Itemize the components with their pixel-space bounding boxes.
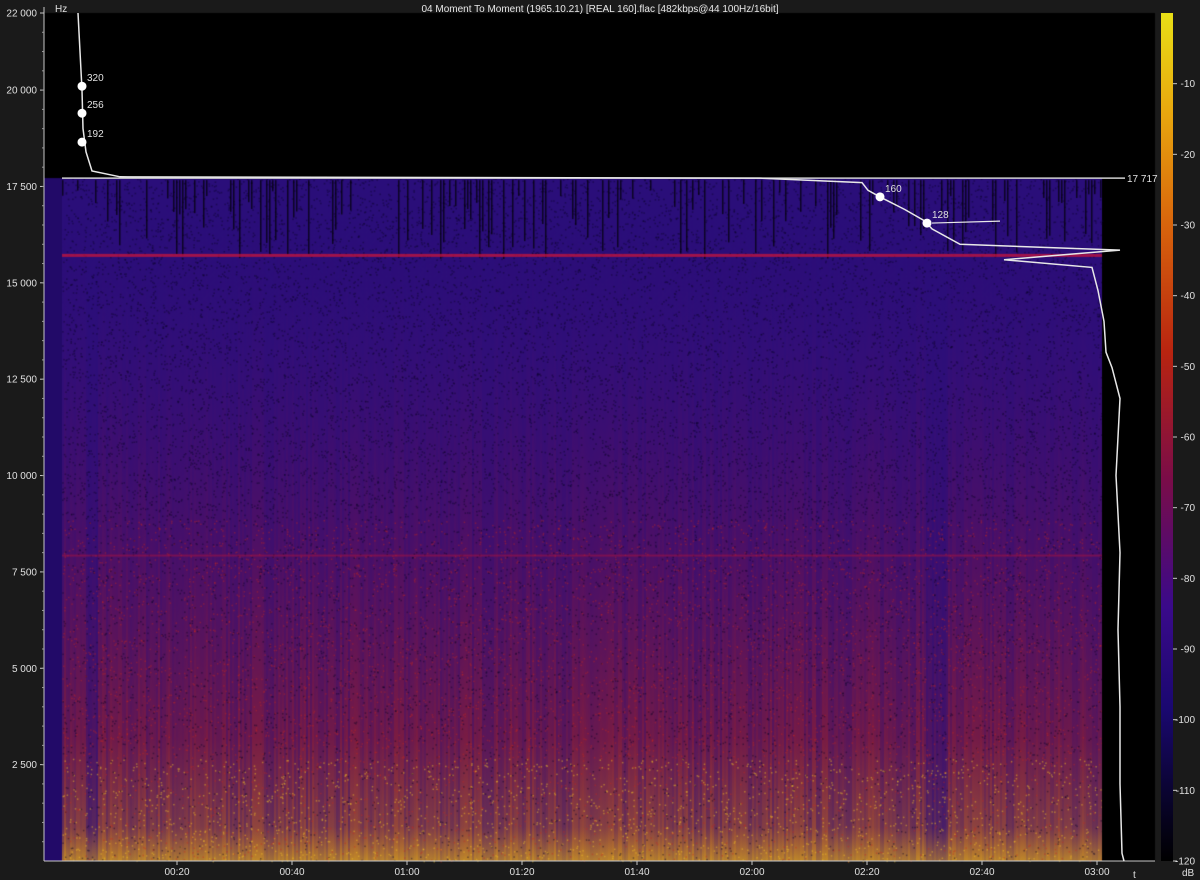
y-tick-label: 17 500 [6, 182, 37, 193]
colorbar-tick-label: -60 [1181, 433, 1196, 444]
y-axis-ticks: 22 000 20 000 17 500 15 000 12 500 10 000 7 50… [6, 7, 1155, 862]
bitrate-marker-label: 128 [932, 210, 949, 221]
y-tick-label: 15 000 [6, 278, 37, 289]
bitrate-marker [922, 218, 932, 228]
x-tick-label: 02:40 [969, 867, 994, 878]
cutoff-label: 17 717 [1127, 174, 1158, 185]
bitrate-marker-label: 192 [87, 129, 104, 140]
colorbar-tick-label: -110 [1176, 786, 1196, 797]
bitrate-marker-label: 256 [87, 100, 104, 111]
x-axis-unit: t [1133, 870, 1136, 880]
chart-axes: 22 000 20 000 17 500 15 000 12 500 10 000 7 50… [6, 4, 1196, 880]
bitrate-marker [77, 81, 87, 91]
spectrum-curve [77, 12, 1125, 862]
y-axis-unit: Hz [55, 4, 67, 15]
colorbar-unit: dB [1182, 868, 1195, 879]
x-tick-label: 01:20 [509, 867, 534, 878]
bitrate-marker-label: 320 [87, 73, 104, 84]
colorbar-tick-label: -70 [1181, 503, 1196, 514]
x-tick-label: 02:20 [854, 867, 879, 878]
y-tick-label: 12 500 [6, 375, 37, 386]
x-tick-label: 02:00 [739, 867, 764, 878]
y-tick-label: 20 000 [6, 86, 37, 97]
x-tick-label: 00:40 [279, 867, 304, 878]
colorbar-tick-label: -10 [1181, 79, 1196, 90]
bitrate-marker-label: 160 [885, 184, 902, 195]
y-tick-label: 10 000 [6, 471, 37, 482]
y-tick-label: 2 500 [12, 760, 37, 771]
bitrate-marker [875, 192, 885, 202]
colorbar-tick-label: -20 [1181, 150, 1196, 161]
x-tick-label: 03:00 [1084, 867, 1109, 878]
y-tick-label: 7 500 [12, 567, 37, 578]
spectrum-overlay: 17 717 320 256 192 160 128 [62, 12, 1158, 862]
colorbar-tick-label: -80 [1181, 574, 1196, 585]
x-tick-label: 00:20 [164, 867, 189, 878]
bitrate-marker [77, 137, 87, 147]
x-tick-label: 01:40 [624, 867, 649, 878]
x-axis-ticks: 00:20 00:40 01:00 01:20 01:40 02:00 02:20 02:40… [164, 861, 1110, 878]
y-tick-label: 5 000 [12, 664, 37, 675]
colorbar-ticks: -10 -20 -30 -40 -50 -60 -70 -80 -90 -100 -110 -120 [1173, 79, 1196, 868]
colorbar-tick-label: -100 [1175, 715, 1195, 726]
marker-128-spur [931, 220, 1001, 224]
bitrate-marker [77, 108, 87, 118]
y-tick-label: 22 000 [6, 9, 37, 20]
colorbar-tick-label: -40 [1181, 291, 1196, 302]
x-tick-label: 01:00 [394, 867, 419, 878]
colorbar-tick-label: -90 [1181, 645, 1196, 656]
colorbar-tick-label: -50 [1181, 362, 1196, 373]
colorbar-tick-label: -120 [1175, 857, 1195, 868]
colorbar-tick-label: -30 [1181, 221, 1196, 232]
